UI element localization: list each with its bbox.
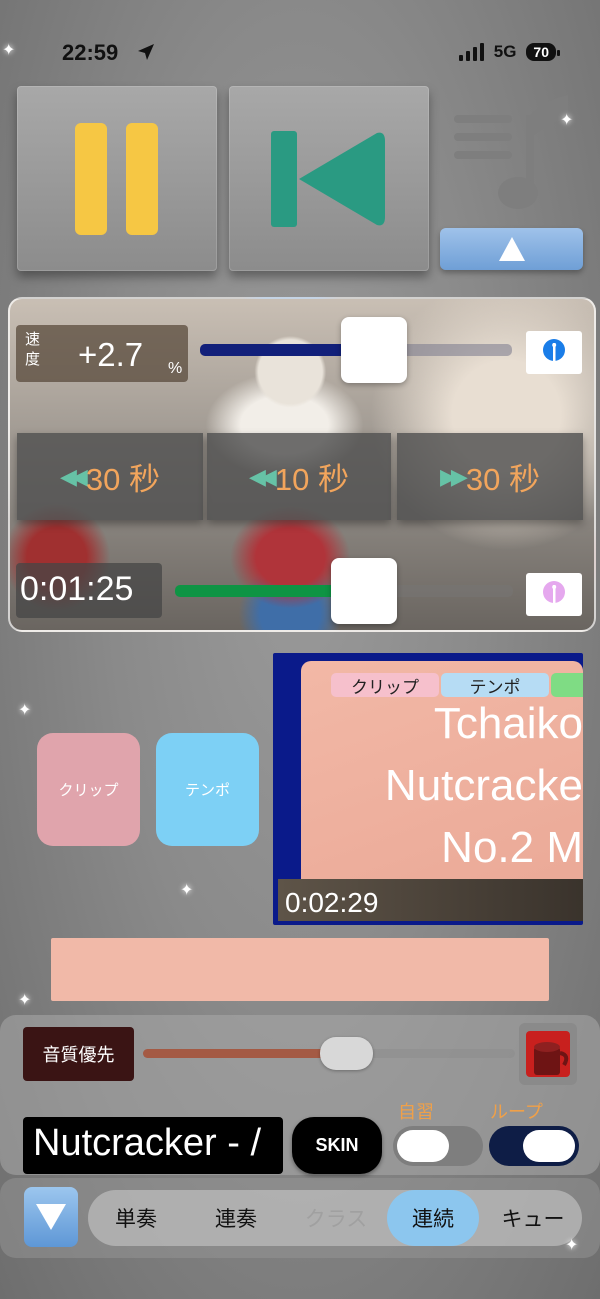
tab-continuous[interactable]: 連続: [387, 1190, 479, 1246]
collapse-down-button[interactable]: [24, 1187, 78, 1247]
self-study-toggle[interactable]: [393, 1126, 483, 1166]
rewind-icon: ◀◀: [249, 463, 277, 489]
speed-slider-thumb[interactable]: [341, 317, 407, 383]
clip-tag: クリップ: [331, 673, 439, 697]
now-playing-title[interactable]: Nutcracker - /: [23, 1117, 283, 1174]
tab-queue[interactable]: キュー: [490, 1190, 576, 1246]
tab-ensemble[interactable]: 連奏: [196, 1190, 276, 1246]
preview-panel[interactable]: クリップ テンポ Tchaiko Nutcracke No.2 M 0:02:2…: [273, 653, 583, 925]
sparkle-icon: ✦: [180, 882, 194, 899]
seek-label: 30 秒: [465, 462, 540, 497]
tab-class[interactable]: クラス: [296, 1190, 376, 1246]
triangle-down-icon: [36, 1204, 66, 1230]
toggle-knob: [397, 1130, 449, 1162]
sparkle-icon: ✦: [560, 112, 574, 129]
tempo-tag: テンポ: [441, 673, 549, 697]
quality-slider-thumb[interactable]: [320, 1037, 373, 1070]
pause-button[interactable]: [17, 86, 217, 271]
quality-slider-fill: [143, 1049, 343, 1058]
location-arrow-icon: [136, 42, 156, 67]
pause-icon: [75, 123, 107, 235]
preview-title-line: Tchaiko: [433, 699, 583, 748]
speed-label: 速度: [25, 331, 41, 368]
loop-label: ループ: [490, 1102, 543, 1122]
position-slider-thumb[interactable]: [331, 558, 397, 624]
speed-unit: %: [168, 360, 183, 377]
tempo-button[interactable]: テンポ: [156, 733, 259, 846]
self-study-label: 自習: [398, 1102, 434, 1122]
battery-icon: 70: [526, 43, 560, 61]
skip-back-icon: [271, 131, 385, 227]
preview-time: 0:02:29: [285, 887, 379, 918]
cup-icon: [526, 1031, 570, 1077]
toggle-knob: [523, 1130, 575, 1162]
position-pin-button[interactable]: [526, 573, 582, 616]
cup-button[interactable]: [519, 1023, 577, 1085]
pin-icon: [543, 580, 565, 605]
skin-button[interactable]: SKIN: [292, 1117, 382, 1174]
sparkle-icon: ✦: [18, 992, 32, 1009]
sparkle-icon: ✦: [565, 1237, 579, 1254]
loop-toggle[interactable]: [489, 1126, 579, 1166]
network-label: 5G: [493, 42, 517, 61]
speed-value: +2.7: [78, 336, 144, 373]
preview-title-line: No.2 M: [441, 823, 583, 872]
preview-title-line: Nutcracke: [384, 761, 583, 810]
speed-pin-button[interactable]: [526, 331, 582, 374]
rewind-icon: ◀◀: [60, 463, 88, 489]
rewind-30-button[interactable]: ◀◀ 30 秒: [17, 433, 203, 520]
previous-track-button[interactable]: [229, 86, 429, 271]
clip-button[interactable]: クリップ: [37, 733, 140, 846]
quality-priority-button[interactable]: 音質優先: [23, 1027, 134, 1081]
extra-tag: [551, 673, 583, 697]
forward-30-button[interactable]: ▶▶ 30 秒: [397, 433, 583, 520]
position-slider-fill: [175, 585, 347, 597]
pin-icon: [543, 338, 565, 363]
now-playing-text: Nutcracker - /: [33, 1122, 262, 1164]
seek-label: 30 秒: [85, 462, 160, 497]
status-time: 22:59: [62, 40, 119, 65]
pause-icon-bar: [126, 123, 158, 235]
signal-icon: [458, 43, 484, 61]
position-time: 0:01:25: [20, 570, 134, 608]
rewind-10-button[interactable]: ◀◀ 10 秒: [207, 433, 391, 520]
lyrics-bar: [51, 938, 549, 1001]
status-indicators: 5G 70: [458, 42, 560, 62]
preview-card: クリップ テンポ Tchaiko Nutcracke No.2 M: [301, 661, 583, 913]
seek-label: 10 秒: [274, 462, 349, 497]
fast-forward-icon: ▶▶: [440, 463, 468, 489]
sparkle-icon: ✦: [18, 702, 32, 719]
triangle-up-icon: [499, 237, 525, 261]
expand-up-button[interactable]: [440, 228, 583, 270]
sparkle-icon: ✦: [2, 42, 16, 59]
tab-solo[interactable]: 単奏: [96, 1190, 176, 1246]
